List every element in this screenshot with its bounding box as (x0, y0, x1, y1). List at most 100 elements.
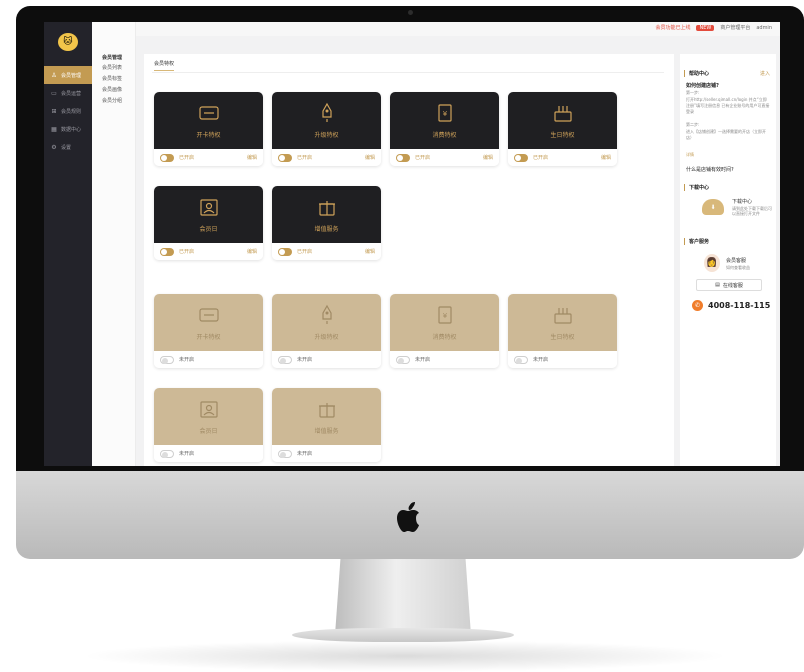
card-title: 增值服务 (314, 428, 339, 435)
online-service-button[interactable]: ▤ 在线客服 (696, 279, 762, 291)
chart-icon: ▦ (51, 125, 57, 133)
hotline[interactable]: ✆ 4008-118-115 (692, 300, 770, 311)
main-content: 会员特权 开卡特权 已开启 编辑 升级特权 已开启 编辑 ¥ 消费特权 已开启 … (144, 54, 674, 466)
privilege-card-value-added-disabled[interactable]: 增值服务 未开启 (272, 388, 381, 462)
toggle-switch[interactable] (278, 355, 292, 364)
sidebar-item-settings[interactable]: ⚙ 设置 (44, 138, 92, 156)
sidebar-item-label: 会员运营 (61, 90, 82, 97)
chat-icon: ▤ (715, 282, 720, 288)
cloud-download-icon[interactable]: ⬇ (702, 199, 724, 215)
sidebar-item-member-operation[interactable]: ▭ 会员运营 (44, 84, 92, 102)
faq-step-2: 第二步: (686, 122, 700, 127)
card-face: 增值服务 (272, 388, 381, 445)
card-title: 升级特权 (314, 334, 339, 341)
sidebar-item-member-rules[interactable]: ⊞ 会员规则 (44, 102, 92, 120)
rocket-icon (321, 102, 332, 122)
help-more-link[interactable]: 进入 (760, 70, 770, 77)
edit-link[interactable]: 编辑 (365, 154, 375, 161)
card-title: 生日特权 (550, 334, 575, 341)
toggle-switch[interactable] (160, 153, 174, 162)
toggle-switch[interactable] (278, 449, 292, 458)
privilege-card-birthday[interactable]: 生日特权 已开启 编辑 (508, 92, 617, 166)
cake-icon (553, 106, 572, 122)
service-subtitle: 如何查看收益 (726, 265, 750, 270)
sidebar-nav: ♙ 会员管理 ▭ 会员运营 ⊞ 会员规则 ▦ 数据中心 ⚙ 设置 (44, 66, 92, 156)
subnav-item-member-profile[interactable]: 会员画像 (102, 86, 122, 97)
privilege-card-member-day[interactable]: 会员日 已开启 编辑 (154, 186, 263, 260)
sidebar-item-member-management[interactable]: ♙ 会员管理 (44, 66, 92, 84)
status-text: 未开启 (179, 451, 195, 457)
toggle-switch[interactable] (160, 449, 174, 458)
gift-icon (318, 201, 335, 216)
online-service-label: 在线客服 (722, 282, 743, 289)
card-title: 升级特权 (314, 132, 339, 139)
service-title: 会员客服 (726, 258, 747, 264)
apple-logo-icon (397, 502, 419, 532)
account-label[interactable]: 商户管理平台 (720, 24, 750, 31)
edit-link[interactable]: 编辑 (365, 248, 375, 255)
topbar-notice[interactable]: 会员功能已上线 (655, 24, 690, 31)
subnav-item-member-groups[interactable]: 会员分组 (102, 97, 122, 108)
svg-text:¥: ¥ (442, 110, 447, 118)
privilege-card-open[interactable]: 开卡特权 已开启 编辑 (154, 92, 263, 166)
subnav-item-member-tags[interactable]: 会员标签 (102, 75, 122, 86)
edit-link[interactable]: 编辑 (601, 154, 611, 161)
toggle-switch[interactable] (514, 355, 528, 364)
sidebar-item-data-center[interactable]: ▦ 数据中心 (44, 120, 92, 138)
toggle-switch[interactable] (514, 153, 528, 162)
toggle-switch[interactable] (396, 355, 410, 364)
stand-foot (292, 628, 514, 642)
privilege-card-consume-disabled[interactable]: ¥ 消费特权 未开启 (390, 294, 499, 368)
subnav-item-member-list[interactable]: 会员列表 (102, 64, 122, 75)
privilege-card-birthday-disabled[interactable]: 生日特权 未开启 (508, 294, 617, 368)
card-footer: 未开启 (154, 445, 263, 462)
edit-link[interactable]: 编辑 (247, 154, 257, 161)
faq-question-1[interactable]: 如何创建店铺? (686, 82, 719, 89)
calendar-user-icon (199, 199, 218, 216)
receipt-icon: ¥ (437, 306, 452, 324)
toggle-switch[interactable] (278, 247, 292, 256)
download-item-subtitle: 请到此处下载下载后可以直接打开文件 (732, 206, 772, 216)
user-label[interactable]: admin (756, 25, 772, 31)
card-face: 增值服务 (272, 186, 381, 243)
privilege-card-value-added[interactable]: 增值服务 已开启 编辑 (272, 186, 381, 260)
privilege-card-upgrade-disabled[interactable]: 升级特权 未开启 (272, 294, 381, 368)
download-item-title[interactable]: 下载中心 (732, 198, 752, 205)
privilege-card-consume[interactable]: ¥ 消费特权 已开启 编辑 (390, 92, 499, 166)
subnav-list: 会员列表 会员标签 会员画像 会员分组 (102, 64, 122, 108)
toggle-switch[interactable] (160, 355, 174, 364)
cat-logo-icon[interactable]: 🐱 (58, 33, 78, 51)
faq-detail-link[interactable]: 详情 (686, 152, 694, 158)
edit-link[interactable]: 编辑 (483, 154, 493, 161)
card-title: 开卡特权 (196, 334, 221, 341)
faq-question-2[interactable]: 什么是店铺有效时间? (686, 166, 734, 173)
toggle-switch[interactable] (278, 153, 292, 162)
faq-step-1-body: 打开http://seller.qimall.cn/login 并点“立即注册”… (686, 97, 770, 114)
toggle-switch[interactable] (160, 247, 174, 256)
privilege-card-upgrade[interactable]: 升级特权 已开启 编辑 (272, 92, 381, 166)
sidebar-item-label: 数据中心 (61, 126, 82, 133)
card-footer: 已开启 编辑 (272, 243, 381, 260)
card-footer: 已开启 编辑 (508, 149, 617, 166)
receipt-icon: ¥ (437, 104, 452, 122)
service-avatar: 👩 (704, 254, 720, 272)
card-title: 增值服务 (314, 226, 339, 233)
card-footer: 未开启 (390, 351, 499, 368)
status-text: 已开启 (415, 155, 431, 161)
card-face: 升级特权 (272, 92, 381, 149)
privilege-card-open-disabled[interactable]: 开卡特权 未开启 (154, 294, 263, 368)
edit-link[interactable]: 编辑 (247, 248, 257, 255)
gear-icon: ⚙ (51, 143, 57, 151)
privilege-card-member-day-disabled[interactable]: 会员日 未开启 (154, 388, 263, 462)
toggle-switch[interactable] (396, 153, 410, 162)
card-title: 会员日 (199, 226, 218, 233)
card-icon (198, 308, 219, 322)
monitor-icon: ▭ (51, 89, 57, 97)
tab-member-privileges[interactable]: 会员特权 (154, 60, 175, 71)
new-badge: NEW (696, 24, 715, 31)
subnav-heading: 会员管理 (102, 55, 123, 61)
card-footer: 已开启 编辑 (154, 243, 263, 260)
app-screen: 会员功能已上线 NEW 商户管理平台 admin 🐱 ♙ 会员管理 ▭ 会员运营… (44, 22, 780, 466)
card-face: 会员日 (154, 186, 263, 243)
download-center-heading: 下载中心 (684, 184, 709, 191)
